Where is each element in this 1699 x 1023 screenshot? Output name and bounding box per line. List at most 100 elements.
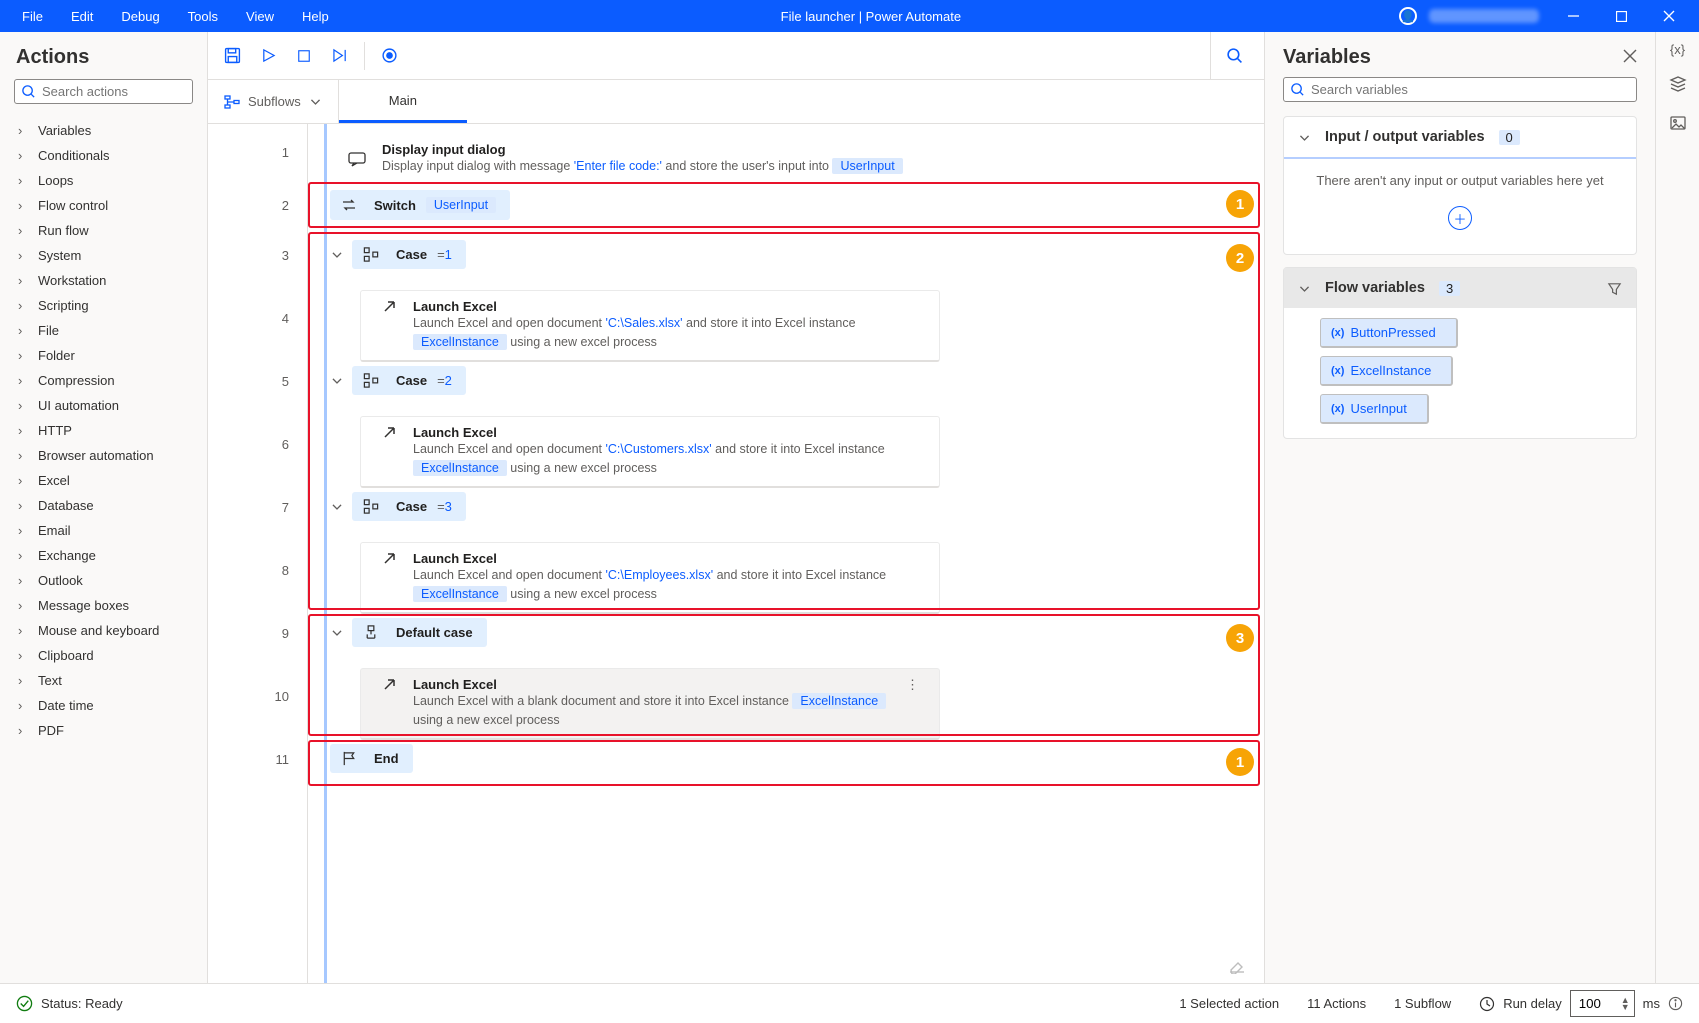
actions-tree-item[interactable]: ›PDF xyxy=(0,718,203,743)
actions-tree-item[interactable]: ›Excel xyxy=(0,468,203,493)
action-description: Launch Excel and open document 'C:\Emplo… xyxy=(413,566,886,604)
action-title: Switch xyxy=(374,198,416,213)
eraser-icon[interactable] xyxy=(1228,956,1246,977)
actions-tree-item[interactable]: ›Scripting xyxy=(0,293,203,318)
action-row[interactable]: Case = 1 xyxy=(308,240,1254,290)
inner-action-card[interactable]: Launch Excel Launch Excel and open docum… xyxy=(360,290,940,362)
actions-tree-item[interactable]: ›Database xyxy=(0,493,203,518)
action-row[interactable]: Launch Excel Launch Excel with a blank d… xyxy=(308,668,1254,744)
inner-action-card[interactable]: Launch Excel Launch Excel and open docum… xyxy=(360,416,940,488)
action-row[interactable]: Default case xyxy=(308,618,1254,668)
collapse-icon[interactable] xyxy=(330,626,344,639)
actions-tree-item[interactable]: ›Clipboard xyxy=(0,643,203,668)
menu-help[interactable]: Help xyxy=(288,3,343,30)
actions-tree-item[interactable]: ›Exchange xyxy=(0,543,203,568)
dialog-icon xyxy=(344,149,370,169)
action-title: Launch Excel xyxy=(413,677,900,692)
default-case-header[interactable]: Default case xyxy=(352,618,487,647)
variable-chip[interactable]: (x)ButtonPressed xyxy=(1320,318,1458,348)
actions-tree-item[interactable]: ›Variables xyxy=(0,118,203,143)
menu-file[interactable]: File xyxy=(8,3,57,30)
rail-stack-icon[interactable] xyxy=(1669,75,1687,96)
add-variable-button[interactable]: ＋ xyxy=(1448,206,1472,230)
actions-tree[interactable]: ›Variables›Conditionals›Loops›Flow contr… xyxy=(0,114,207,983)
actions-tree-item[interactable]: ›Date time xyxy=(0,693,203,718)
actions-tree-item[interactable]: ›Message boxes xyxy=(0,593,203,618)
run-delay-input[interactable]: ▲▼ xyxy=(1570,990,1635,1017)
inner-action-card-selected[interactable]: Launch Excel Launch Excel with a blank d… xyxy=(360,668,940,740)
actions-tree-item[interactable]: ›System xyxy=(0,243,203,268)
action-row[interactable]: Case = 2 xyxy=(308,366,1254,416)
line-number: 10 xyxy=(208,658,307,734)
actions-search-input[interactable] xyxy=(42,84,186,99)
actions-tree-item[interactable]: ›Conditionals xyxy=(0,143,203,168)
case-header[interactable]: Case = 1 xyxy=(352,240,466,269)
variables-search-input[interactable] xyxy=(1311,82,1630,97)
action-row[interactable]: Launch Excel Launch Excel and open docum… xyxy=(308,416,1254,492)
actions-tree-item[interactable]: ›UI automation xyxy=(0,393,203,418)
actions-tree-item[interactable]: ›Flow control xyxy=(0,193,203,218)
actions-tree-item[interactable]: ›Compression xyxy=(0,368,203,393)
actions-tree-item[interactable]: ›Run flow xyxy=(0,218,203,243)
actions-tree-item[interactable]: ›Text xyxy=(0,668,203,693)
subflows-dropdown[interactable]: Subflows xyxy=(208,80,339,123)
action-row[interactable]: End xyxy=(308,744,1254,794)
tab-main[interactable]: Main xyxy=(339,80,467,123)
io-variables-toggle[interactable]: Input / output variables 0 xyxy=(1284,117,1636,157)
user-avatar-icon[interactable] xyxy=(1399,7,1417,25)
actions-search[interactable] xyxy=(14,79,193,104)
info-icon[interactable] xyxy=(1668,996,1683,1011)
menu-tools[interactable]: Tools xyxy=(174,3,232,30)
case-header[interactable]: Case = 3 xyxy=(352,492,466,521)
actions-tree-item[interactable]: ›Email xyxy=(0,518,203,543)
menu-view[interactable]: View xyxy=(232,3,288,30)
switch-header[interactable]: Switch UserInput xyxy=(330,190,510,220)
close-panel-button[interactable] xyxy=(1623,49,1637,66)
right-rail: {x} xyxy=(1655,32,1699,983)
filter-icon[interactable] xyxy=(1607,281,1622,296)
close-button[interactable] xyxy=(1647,0,1691,32)
step-button[interactable] xyxy=(322,38,358,74)
flow-variables-toggle[interactable]: Flow variables 3 xyxy=(1284,268,1636,308)
flow-search-button[interactable] xyxy=(1210,32,1258,79)
spin-down[interactable]: ▼ xyxy=(1621,1004,1630,1011)
actions-tree-item[interactable]: ›Workstation xyxy=(0,268,203,293)
minimize-button[interactable] xyxy=(1551,0,1595,32)
collapse-icon[interactable] xyxy=(330,374,344,387)
variables-search[interactable] xyxy=(1283,77,1637,102)
action-row[interactable]: Launch Excel Launch Excel and open docum… xyxy=(308,290,1254,366)
actions-tree-item[interactable]: ›Loops xyxy=(0,168,203,193)
case-header[interactable]: Case = 2 xyxy=(352,366,466,395)
run-button[interactable] xyxy=(250,38,286,74)
save-button[interactable] xyxy=(214,38,250,74)
maximize-button[interactable] xyxy=(1599,0,1643,32)
actions-tree-item[interactable]: ›HTTP xyxy=(0,418,203,443)
action-row[interactable]: Case = 3 xyxy=(308,492,1254,542)
collapse-icon[interactable] xyxy=(330,500,344,513)
actions-tree-item[interactable]: ›Mouse and keyboard xyxy=(0,618,203,643)
flow-canvas[interactable]: 1234567891011 Display input dialog Displ… xyxy=(208,124,1264,983)
actions-tree-item[interactable]: ›Outlook xyxy=(0,568,203,593)
collapse-icon[interactable] xyxy=(330,248,344,261)
rail-images-icon[interactable] xyxy=(1669,114,1687,135)
menu-debug[interactable]: Debug xyxy=(107,3,173,30)
inner-action-card[interactable]: Launch Excel Launch Excel and open docum… xyxy=(360,542,940,614)
variable-chip[interactable]: (x)ExcelInstance xyxy=(1320,356,1453,386)
line-number: 2 xyxy=(208,180,307,230)
subflow-bar: Subflows Main xyxy=(208,80,1264,124)
stop-button[interactable] xyxy=(286,38,322,74)
actions-tree-item[interactable]: ›Browser automation xyxy=(0,443,203,468)
actions-tree-item[interactable]: ›Folder xyxy=(0,343,203,368)
menu-edit[interactable]: Edit xyxy=(57,3,107,30)
end-header[interactable]: End xyxy=(330,744,413,773)
status-subflows: 1 Subflow xyxy=(1394,996,1451,1011)
more-options-button[interactable]: ⋮ xyxy=(900,677,925,730)
actions-tree-item[interactable]: ›File xyxy=(0,318,203,343)
actions-panel: Actions ›Variables›Conditionals›Loops›Fl… xyxy=(0,32,208,983)
action-row[interactable]: Switch UserInput xyxy=(308,190,1254,240)
variable-chip[interactable]: (x)UserInput xyxy=(1320,394,1429,424)
action-row[interactable]: Display input dialog Display input dialo… xyxy=(308,134,1254,190)
rail-variables-icon[interactable]: {x} xyxy=(1670,42,1685,57)
record-button[interactable] xyxy=(371,38,407,74)
action-row[interactable]: Launch Excel Launch Excel and open docum… xyxy=(308,542,1254,618)
